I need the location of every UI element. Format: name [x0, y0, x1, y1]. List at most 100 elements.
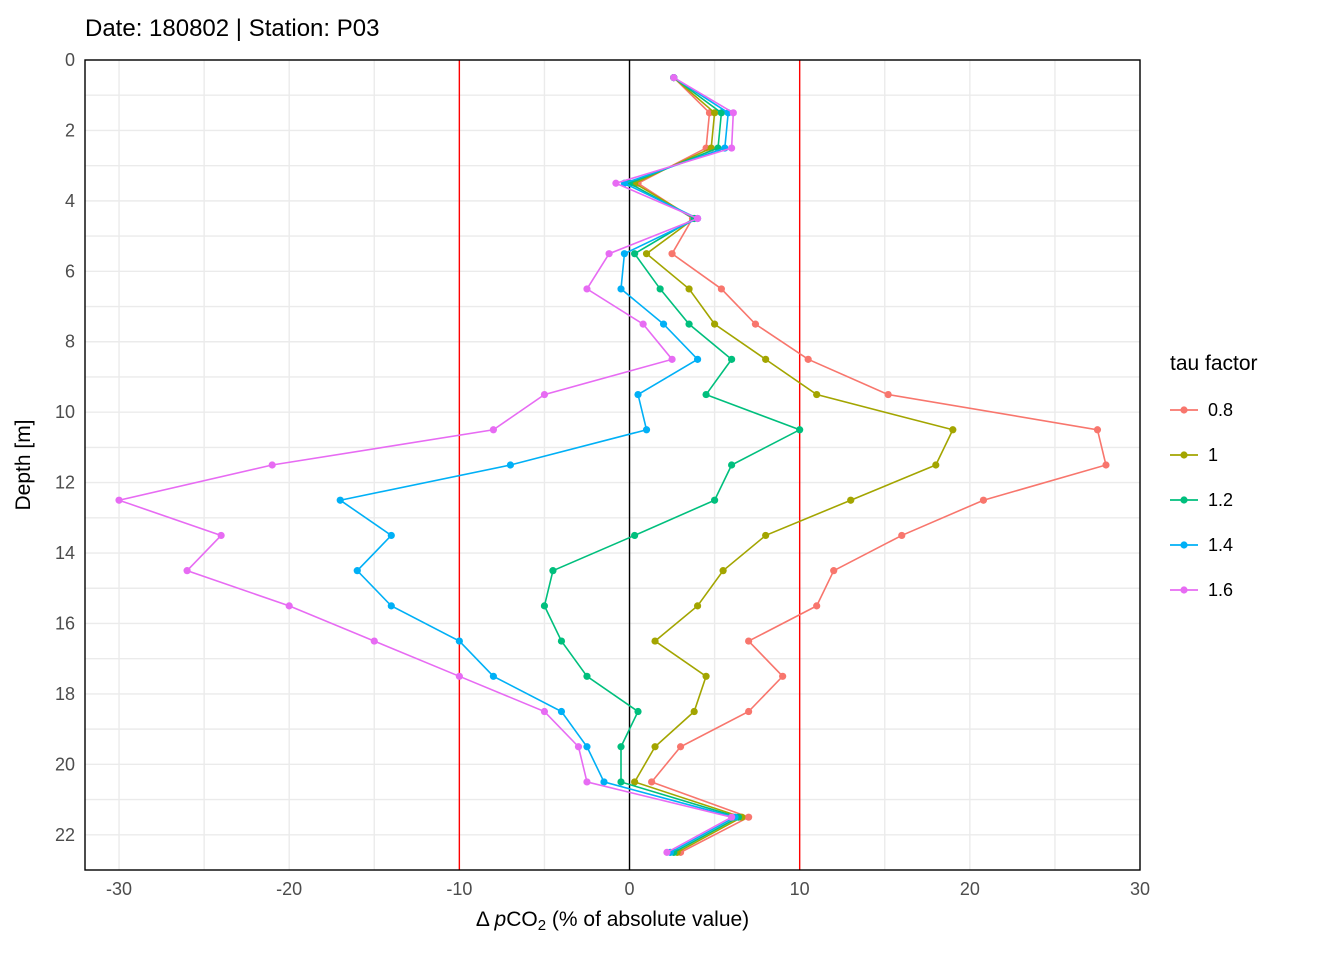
- y-tick-label: 8: [65, 332, 75, 352]
- data-point: [813, 391, 820, 398]
- data-point: [762, 532, 769, 539]
- data-point: [711, 497, 718, 504]
- data-point: [269, 461, 276, 468]
- data-point: [541, 602, 548, 609]
- data-point: [337, 497, 344, 504]
- data-point: [575, 743, 582, 750]
- data-point: [685, 321, 692, 328]
- data-point: [490, 426, 497, 433]
- y-tick-label: 0: [65, 50, 75, 70]
- data-point: [728, 144, 735, 151]
- data-point: [640, 321, 647, 328]
- x-tick-label: 0: [625, 879, 635, 899]
- data-point: [583, 285, 590, 292]
- data-point: [762, 356, 769, 363]
- data-point: [583, 673, 590, 680]
- depth-profile-chart: -30-20-1001020300246810121416182022Δ pCO…: [0, 0, 1344, 960]
- y-tick-label: 20: [55, 754, 75, 774]
- data-point: [677, 743, 684, 750]
- data-point: [651, 743, 658, 750]
- x-axis-title: Δ pCO2 (% of absolute value): [476, 908, 749, 934]
- data-point: [745, 814, 752, 821]
- data-point: [980, 497, 987, 504]
- data-point: [648, 778, 655, 785]
- chart-title: Date: 180802 | Station: P03: [85, 15, 379, 42]
- legend-label: 1.4: [1208, 535, 1233, 555]
- data-point: [730, 109, 737, 116]
- legend-item-1: 1: [1170, 445, 1218, 465]
- data-point: [702, 391, 709, 398]
- data-point: [507, 461, 514, 468]
- data-point: [694, 602, 701, 609]
- y-tick-label: 10: [55, 402, 75, 422]
- data-point: [702, 673, 709, 680]
- data-point: [605, 250, 612, 257]
- y-axis-title: Depth [m]: [12, 419, 35, 510]
- data-point: [617, 743, 624, 750]
- legend-item-1.6: 1.6: [1170, 580, 1233, 600]
- data-point: [558, 708, 565, 715]
- data-point: [456, 637, 463, 644]
- data-point: [691, 708, 698, 715]
- x-tick-label: -30: [106, 879, 132, 899]
- legend-label: 1: [1208, 445, 1218, 465]
- y-tick-label: 16: [55, 613, 75, 633]
- x-tick-label: 30: [1130, 879, 1150, 899]
- data-point: [745, 637, 752, 644]
- y-tick-label: 2: [65, 120, 75, 140]
- data-point: [643, 426, 650, 433]
- data-point: [549, 567, 556, 574]
- x-tick-label: -10: [446, 879, 472, 899]
- data-point: [668, 250, 675, 257]
- data-point: [796, 426, 803, 433]
- data-point: [830, 567, 837, 574]
- data-point: [657, 285, 664, 292]
- data-point: [1094, 426, 1101, 433]
- legend-label: 1.6: [1208, 580, 1233, 600]
- legend-label: 0.8: [1208, 400, 1233, 420]
- data-point: [371, 637, 378, 644]
- data-point: [541, 708, 548, 715]
- data-point: [388, 602, 395, 609]
- data-point: [456, 673, 463, 680]
- data-point: [388, 532, 395, 539]
- data-point: [745, 708, 752, 715]
- data-point: [711, 321, 718, 328]
- y-tick-label: 22: [55, 825, 75, 845]
- data-point: [583, 778, 590, 785]
- data-point: [694, 356, 701, 363]
- y-tick-label: 14: [55, 543, 75, 563]
- data-point: [600, 778, 607, 785]
- data-point: [651, 637, 658, 644]
- data-point: [541, 391, 548, 398]
- x-tick-label: 20: [960, 879, 980, 899]
- data-point: [779, 673, 786, 680]
- data-point: [1102, 461, 1109, 468]
- data-point: [898, 532, 905, 539]
- data-point: [718, 285, 725, 292]
- data-point: [949, 426, 956, 433]
- data-point: [805, 356, 812, 363]
- data-point: [932, 461, 939, 468]
- data-point: [490, 673, 497, 680]
- data-point: [728, 356, 735, 363]
- legend-item-1.4: 1.4: [1170, 535, 1233, 555]
- x-tick-label: -20: [276, 879, 302, 899]
- data-point: [660, 321, 667, 328]
- data-point: [631, 532, 638, 539]
- data-point: [685, 285, 692, 292]
- data-point: [752, 321, 759, 328]
- data-point: [631, 250, 638, 257]
- data-point: [668, 356, 675, 363]
- data-point: [558, 637, 565, 644]
- data-point: [634, 391, 641, 398]
- data-point: [847, 497, 854, 504]
- y-tick-label: 18: [55, 684, 75, 704]
- data-point: [663, 849, 670, 856]
- data-point: [720, 567, 727, 574]
- data-point: [670, 74, 677, 81]
- data-point: [115, 497, 122, 504]
- data-point: [218, 532, 225, 539]
- data-point: [728, 814, 735, 821]
- legend-title: tau factor: [1170, 352, 1258, 375]
